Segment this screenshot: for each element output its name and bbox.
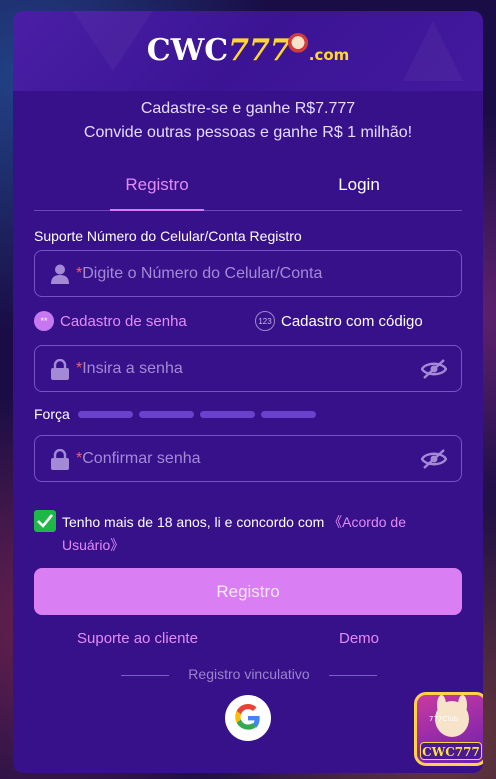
customer-support-link[interactable]: Suporte ao cliente xyxy=(77,630,198,647)
footer-links: Suporte ao cliente Demo xyxy=(34,630,462,650)
register-button[interactable]: Registro xyxy=(34,568,462,615)
strength-bar xyxy=(260,410,316,418)
eye-off-icon[interactable] xyxy=(421,448,447,470)
badge-label: CWC777 xyxy=(420,742,482,760)
password-mode-icon: ** xyxy=(34,311,54,331)
eye-off-icon[interactable] xyxy=(421,358,447,380)
app-logo-badge[interactable]: 777Club CWC777 xyxy=(414,692,483,766)
promo-line-1: Cadastre-se e ganhe R$7.777 xyxy=(140,100,356,117)
password-input[interactable]: *Insira a senha xyxy=(34,345,462,392)
account-placeholder: *Digite o Número do Celular/Conta xyxy=(76,265,323,282)
social-divider-label: Registro vinculativo xyxy=(188,666,310,682)
register-mode-selector: ** Cadastro de senha 123 Cadastro com có… xyxy=(34,311,462,333)
password-placeholder: *Insira a senha xyxy=(76,360,183,377)
lock-icon xyxy=(51,359,69,380)
check-icon xyxy=(37,514,53,528)
badge-sublabel: 777Club xyxy=(429,715,459,723)
account-field-label: Suporte Número do Celular/Conta Registro xyxy=(34,228,302,244)
mascot-icon xyxy=(286,33,309,57)
logo-domain: .com xyxy=(308,46,350,64)
logo-number: 777 xyxy=(228,33,291,68)
logo-main: CWC xyxy=(146,33,229,68)
confirm-password-input[interactable]: *Confirmar senha xyxy=(34,435,462,482)
google-icon xyxy=(235,704,260,730)
user-icon xyxy=(51,264,69,284)
confirm-placeholder: *Confirmar senha xyxy=(76,450,201,467)
password-mode-option[interactable]: ** Cadastro de senha xyxy=(34,311,187,331)
tab-login[interactable]: Login xyxy=(284,175,434,195)
register-modal: CWC777 .com Cadastre-se e ganhe R$7.777 C… xyxy=(13,11,483,773)
demo-link[interactable]: Demo xyxy=(339,630,379,647)
password-strength: Força xyxy=(34,406,322,422)
agreement-checkbox[interactable] xyxy=(34,510,56,532)
lock-icon xyxy=(51,449,69,470)
social-divider: Registro vinculativo xyxy=(121,666,377,686)
google-login-button[interactable] xyxy=(225,695,271,741)
promo-line-2: Convide outras pessoas e ganhe R$ 1 milh… xyxy=(83,124,413,141)
account-input[interactable]: *Digite o Número do Celular/Conta xyxy=(34,250,462,297)
strength-label: Força xyxy=(34,406,70,422)
strength-bar xyxy=(138,410,194,418)
code-mode-label: Cadastro com código xyxy=(281,312,423,330)
brand-logo: CWC777 .com xyxy=(13,33,483,68)
strength-bar xyxy=(77,410,133,418)
strength-bar xyxy=(199,410,255,418)
agreement-text: Tenho mais de 18 anos, li e concordo com… xyxy=(62,514,406,553)
code-mode-icon: 123 xyxy=(255,311,275,331)
auth-tabs: Registro Login xyxy=(34,171,462,211)
promo-text: Cadastre-se e ganhe R$7.777 Convide outr… xyxy=(13,97,483,145)
tab-register[interactable]: Registro xyxy=(82,175,232,211)
code-mode-option[interactable]: 123 Cadastro com código xyxy=(255,311,423,331)
password-mode-label: Cadastro de senha xyxy=(60,312,187,330)
